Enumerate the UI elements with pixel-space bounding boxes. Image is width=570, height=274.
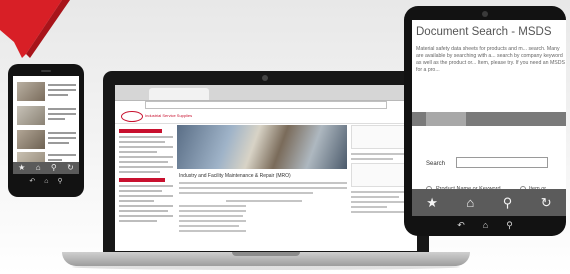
tablet-camera bbox=[482, 11, 488, 17]
hero-image bbox=[177, 125, 347, 169]
site-brand-text: Industrial Service Supplies bbox=[145, 113, 193, 118]
search-icon[interactable]: ⚲ bbox=[51, 164, 57, 172]
refresh-icon[interactable]: ↻ bbox=[541, 195, 552, 210]
search-icon[interactable]: ⚲ bbox=[57, 178, 62, 186]
intro-paragraph: Material safety data sheets for products… bbox=[416, 46, 565, 73]
tablet-screen: Document Search - MSDS Material safety d… bbox=[412, 20, 566, 216]
laptop: Industrial Service Supplies Industry and… bbox=[103, 71, 429, 253]
phone-screen bbox=[13, 76, 79, 174]
sidebar-widget[interactable] bbox=[351, 125, 411, 149]
site-left-sidebar bbox=[119, 129, 173, 249]
star-icon[interactable]: ★ bbox=[18, 164, 25, 172]
page-title: Document Search - MSDS bbox=[416, 26, 552, 38]
smartphone: ★ ⌂ ⚲ ↻ ↶ ⌂ ⚲ bbox=[8, 64, 84, 197]
phone-thumbnail[interactable] bbox=[17, 82, 45, 101]
laptop-notch bbox=[232, 252, 300, 256]
page-title: Industry and Facility Maintenance & Repa… bbox=[179, 173, 291, 179]
phone-thumbnail[interactable] bbox=[17, 106, 45, 125]
search-label: Search bbox=[426, 161, 446, 167]
phone-speaker bbox=[41, 70, 51, 72]
tablet: Document Search - MSDS Material safety d… bbox=[404, 6, 566, 236]
laptop-camera bbox=[262, 75, 268, 81]
red-ribbon-decoration bbox=[0, 0, 70, 62]
phone-text-lines bbox=[48, 84, 76, 99]
site-logo[interactable] bbox=[121, 111, 143, 122]
page-body-text bbox=[179, 182, 347, 235]
site-header: Industrial Service Supplies bbox=[115, 109, 417, 124]
star-icon[interactable]: ★ bbox=[426, 195, 438, 210]
tablet-action-bar: ★ ⌂ ⚲ ↻ bbox=[412, 189, 566, 216]
laptop-screen: Industrial Service Supplies Industry and… bbox=[115, 85, 417, 251]
search-icon[interactable]: ⚲ bbox=[503, 195, 513, 210]
site-right-sidebar bbox=[351, 125, 411, 216]
browser-tab[interactable] bbox=[149, 88, 209, 100]
home-icon[interactable]: ⌂ bbox=[466, 195, 474, 210]
back-icon[interactable]: ↶ bbox=[29, 178, 35, 186]
search-input[interactable] bbox=[456, 157, 548, 168]
phone-action-bar: ★ ⌂ ⚲ ↻ bbox=[13, 162, 79, 174]
home-icon[interactable]: ⌂ bbox=[483, 220, 488, 230]
phone-nav-bar: ↶ ⌂ ⚲ bbox=[8, 178, 84, 186]
tablet-nav-bar: ↶ ⌂ ⚲ bbox=[404, 220, 566, 230]
back-icon[interactable]: ↶ bbox=[457, 220, 465, 230]
sidebar-widget[interactable] bbox=[351, 163, 411, 187]
browser-chrome bbox=[115, 85, 417, 101]
phone-thumbnail[interactable] bbox=[17, 130, 45, 149]
refresh-icon[interactable]: ↻ bbox=[67, 164, 74, 172]
phone-text-lines bbox=[48, 108, 76, 123]
tab-search[interactable] bbox=[426, 112, 466, 126]
search-icon[interactable]: ⚲ bbox=[506, 220, 513, 230]
phone-text-lines bbox=[48, 132, 76, 147]
home-icon[interactable]: ⌂ bbox=[36, 164, 41, 172]
browser-address-bar[interactable] bbox=[145, 101, 387, 109]
home-icon[interactable]: ⌂ bbox=[44, 178, 48, 186]
